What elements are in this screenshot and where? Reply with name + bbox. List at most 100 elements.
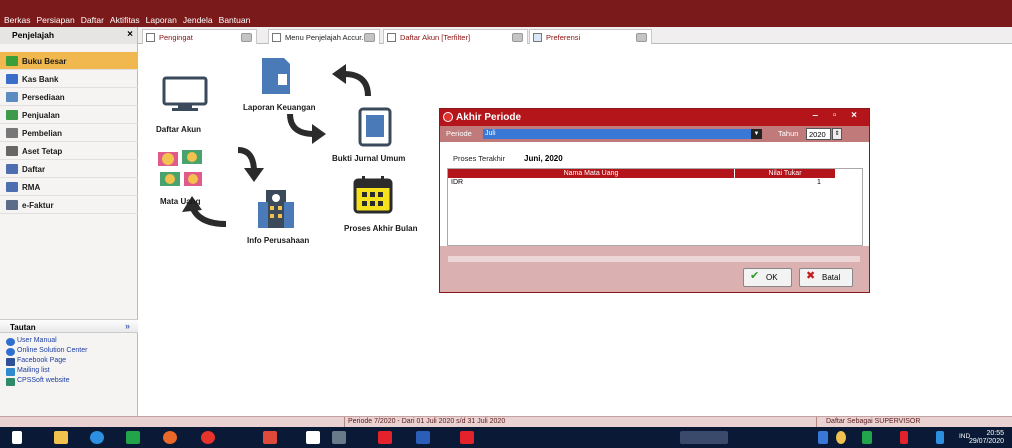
tray-icon[interactable]: [862, 431, 872, 444]
document-icon: [272, 33, 281, 42]
chevron-down-icon[interactable]: »: [125, 321, 130, 331]
app-icon[interactable]: [306, 431, 320, 444]
navigator-title: Penjelajah: [12, 30, 55, 40]
report-icon[interactable]: [258, 56, 294, 96]
company-icon[interactable]: [256, 188, 296, 230]
tab-strip: Penjelajah × Pengingat Menu Penjelajah A…: [0, 27, 1012, 44]
currency-grid[interactable]: Nama Mata Uang Nilai Tukar IDR 1: [447, 168, 863, 246]
tab-daftar-akun[interactable]: Daftar Akun [Terfilter]: [383, 29, 528, 44]
close-icon: ✖: [806, 270, 816, 282]
monitor-icon[interactable]: [162, 76, 208, 112]
links-panel-title: Tautan: [10, 323, 36, 332]
sidebar-item-label: RMA: [22, 183, 41, 192]
menu-bantuan[interactable]: Bantuan: [219, 15, 251, 25]
link-label: Facebook Page: [17, 357, 67, 364]
menu-laporan[interactable]: Laporan: [146, 15, 177, 25]
grid-cell-currency[interactable]: IDR: [451, 179, 463, 186]
flow-daftar-akun[interactable]: Daftar Akun: [156, 125, 201, 134]
close-tab-icon[interactable]: [364, 33, 375, 42]
periode-select[interactable]: Juli: [483, 129, 758, 139]
pdf-icon[interactable]: [460, 431, 474, 444]
sidebar-item-rma[interactable]: RMA: [0, 178, 138, 196]
sidebar-item-e-faktur[interactable]: e-Faktur: [0, 196, 138, 214]
app-icon[interactable]: [263, 431, 277, 444]
close-tab-icon[interactable]: [512, 33, 523, 42]
currency-icon[interactable]: [156, 148, 206, 190]
arrow-icon: [286, 112, 330, 148]
arrow-icon: [330, 64, 374, 102]
windows-start-icon[interactable]: [12, 431, 22, 444]
sidebar-item-buku-besar[interactable]: Buku Besar: [0, 52, 138, 70]
links-panel-header[interactable]: Tautan »: [0, 319, 138, 333]
tray-icon[interactable]: [936, 431, 944, 444]
menu-berkas[interactable]: Berkas: [4, 15, 30, 25]
menu-daftar[interactable]: Daftar: [81, 15, 104, 25]
edge-icon[interactable]: [90, 431, 104, 444]
cancel-button[interactable]: ✖ Batal: [799, 268, 853, 287]
sidebar-item-label: Aset Tetap: [22, 147, 63, 156]
sidebar-item-aset-tetap[interactable]: Aset Tetap: [0, 142, 138, 160]
grid-cell-rate[interactable]: 1: [817, 179, 821, 186]
sidebar-item-kas-bank[interactable]: Kas Bank: [0, 70, 138, 88]
journal-icon[interactable]: [358, 107, 394, 147]
flow-proses-akhir-bulan[interactable]: Proses Akhir Bulan: [344, 224, 418, 233]
dropdown-icon[interactable]: ▼: [751, 129, 762, 139]
link-mailing-list[interactable]: Mailing list: [6, 367, 50, 377]
link-online-solution-center[interactable]: Online Solution Center: [6, 347, 87, 357]
link-label: CPSSoft website: [17, 377, 70, 384]
link-label: Online Solution Center: [17, 347, 88, 354]
bank-icon: [6, 74, 18, 84]
window-controls[interactable]: – ▫ ×: [812, 110, 863, 121]
flow-bukti-jurnal-umum[interactable]: Bukti Jurnal Umum: [332, 154, 405, 163]
sidebar-item-daftar[interactable]: Daftar: [0, 160, 138, 178]
sidebar-item-persediaan[interactable]: Persediaan: [0, 88, 138, 106]
close-navigator-icon[interactable]: ×: [127, 29, 133, 40]
tahun-input[interactable]: 2020: [806, 128, 831, 140]
ok-button[interactable]: ✔ OK: [743, 268, 792, 287]
tab-label: Daftar Akun [Terfilter]: [400, 33, 471, 42]
stepper-icon[interactable]: ⇕: [832, 128, 842, 140]
inventory-icon: [6, 92, 18, 102]
firefox-icon[interactable]: [163, 431, 177, 444]
word-icon[interactable]: [416, 431, 430, 444]
website-icon: [6, 378, 15, 386]
app-icon[interactable]: [680, 431, 728, 444]
proses-terakhir-label: Proses Terakhir: [453, 154, 505, 163]
mailing-icon: [6, 368, 15, 376]
sidebar-item-label: e-Faktur: [22, 201, 54, 210]
chrome-icon[interactable]: [201, 431, 215, 444]
link-facebook-page[interactable]: Facebook Page: [6, 357, 66, 367]
tab-preferensi[interactable]: Preferensi: [529, 29, 652, 44]
sidebar-item-label: Kas Bank: [22, 75, 59, 84]
grid-header-nilai-tukar[interactable]: Nilai Tukar: [735, 169, 835, 178]
link-cpssoft-website[interactable]: CPSSoft website: [6, 377, 70, 387]
tab-pengingat[interactable]: Pengingat: [142, 29, 257, 44]
calculator-icon[interactable]: [332, 431, 346, 444]
close-tab-icon[interactable]: [636, 33, 647, 42]
store-icon[interactable]: [126, 431, 140, 444]
sidebar-item-pembelian[interactable]: Pembelian: [0, 124, 138, 142]
link-user-manual[interactable]: User Manual: [6, 337, 57, 347]
tray-icon[interactable]: [900, 431, 908, 444]
accurate-icon[interactable]: [378, 431, 392, 444]
file-explorer-icon[interactable]: [54, 431, 68, 444]
flow-info-perusahaan[interactable]: Info Perusahaan: [247, 236, 309, 245]
tab-label: Pengingat: [159, 33, 193, 42]
close-tab-icon[interactable]: [241, 33, 252, 42]
tray-icon[interactable]: [818, 431, 828, 444]
ledger-icon: [6, 56, 18, 66]
flow-mata-uang[interactable]: Mata Uang: [160, 197, 200, 206]
flow-laporan-keuangan[interactable]: Laporan Keuangan: [243, 103, 315, 112]
menu-jendela[interactable]: Jendela: [183, 15, 213, 25]
clock[interactable]: 20:55 29/07/2020: [969, 430, 1004, 446]
grid-header-nama-mata-uang[interactable]: Nama Mata Uang: [448, 169, 734, 178]
sidebar-item-label: Daftar: [22, 165, 46, 174]
calendar-icon[interactable]: [352, 174, 394, 214]
menu-aktifitas[interactable]: Aktifitas: [110, 15, 140, 25]
dialog-title-bar[interactable]: Akhir Periode – ▫ ×: [440, 109, 869, 126]
sidebar-item-penjualan[interactable]: Penjualan: [0, 106, 138, 124]
menu-persiapan[interactable]: Persiapan: [36, 15, 74, 25]
tray-icon[interactable]: [836, 431, 846, 444]
status-period: Periode 7/2020 - Dari 01 Juli 2020 s/d 3…: [348, 418, 506, 425]
tab-menu-penjelajah[interactable]: Menu Penjelajah Accur...: [268, 29, 380, 44]
